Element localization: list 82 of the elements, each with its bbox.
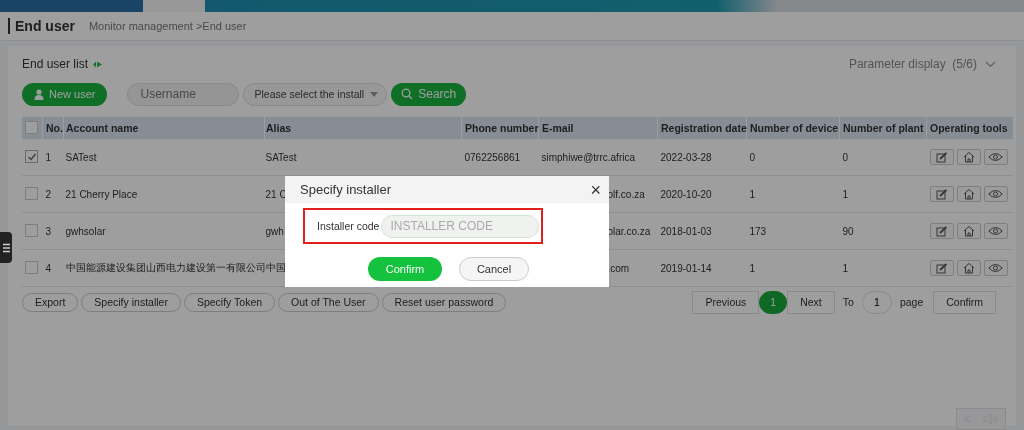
panel-title: End user list <box>22 57 89 71</box>
table-cell: 90 <box>842 225 854 237</box>
action-button[interactable]: Specify installer <box>81 292 181 312</box>
edit-icon[interactable] <box>929 223 954 239</box>
previous-button[interactable]: Previous <box>692 290 760 314</box>
table-cell: SATest <box>65 151 97 163</box>
table-cell: 173 <box>749 225 767 237</box>
goto-label: To <box>842 296 854 308</box>
table-cell: gwh <box>265 225 284 237</box>
username-field[interactable]: Username <box>127 82 240 106</box>
table-cell: 4 <box>45 262 52 274</box>
action-button[interactable]: Reset user password <box>381 292 507 312</box>
cancel-button[interactable]: Cancel <box>459 257 529 281</box>
table-cell: .com <box>607 262 630 274</box>
row-checkbox[interactable] <box>25 223 38 237</box>
column-header: Account name <box>63 117 265 139</box>
eye-icon[interactable] <box>983 223 1008 239</box>
action-button[interactable]: Out of The User <box>278 292 379 312</box>
edit-icon[interactable] <box>929 149 954 165</box>
table-cell: 中国 <box>265 262 286 273</box>
page-number-field[interactable]: 1 <box>861 290 892 314</box>
table-cell: 1 <box>842 188 849 200</box>
home-icon[interactable] <box>956 260 981 276</box>
sidebar-toggle[interactable] <box>0 232 12 263</box>
home-icon[interactable] <box>956 223 981 239</box>
table-cell: 2022-03-28 <box>660 151 712 163</box>
dialog-title: Specify installer <box>300 182 392 197</box>
breadcrumb: Monitor management >End user <box>88 20 247 32</box>
table-cell: olf.co.za <box>607 188 645 200</box>
diamond-arrow-icon <box>92 59 104 69</box>
row-checkbox[interactable] <box>25 186 38 200</box>
eye-icon[interactable] <box>983 260 1008 276</box>
table-cell: 1 <box>842 262 849 274</box>
edit-icon[interactable] <box>929 186 954 202</box>
table-cell: 中国能源建设集团山西电力建设第一有限公司 <box>65 262 265 273</box>
next-button[interactable]: Next <box>787 290 835 314</box>
table-cell: 0 <box>749 151 756 163</box>
search-icon <box>401 88 414 100</box>
table-cell: 21 Cherry Place <box>65 188 138 200</box>
table-cell: olar.co.za <box>607 225 651 237</box>
column-header: No. <box>42 117 64 139</box>
column-header: Operating tools <box>926 117 1013 139</box>
column-header: E-mail <box>538 117 658 139</box>
table-cell: 3 <box>45 225 52 237</box>
table-cell: gwhsolar <box>65 225 106 237</box>
home-icon[interactable] <box>956 186 981 202</box>
eye-icon[interactable] <box>983 186 1008 202</box>
table-cell: simphiwe@trrc.africa <box>541 151 635 163</box>
installer-select[interactable]: Please select the install <box>243 82 388 106</box>
field-label: Installer code <box>317 220 380 232</box>
eye-icon[interactable] <box>983 149 1008 165</box>
table-cell: SATest <box>265 151 297 163</box>
column-header: Number of plant <box>839 117 927 139</box>
table-cell: 1 <box>45 151 52 163</box>
table-cell: 2018-01-03 <box>660 225 712 237</box>
select-all-checkbox[interactable] <box>25 120 38 134</box>
menu-icon <box>2 242 10 253</box>
table-cell: 1 <box>749 188 756 200</box>
column-header: Number of device <box>746 117 840 139</box>
user-icon <box>34 88 44 100</box>
page-title: End user <box>8 18 75 34</box>
table-cell: 2 <box>45 188 52 200</box>
column-header: Alias <box>264 117 462 139</box>
home-icon[interactable] <box>956 149 981 165</box>
table-cell: 0762256861 <box>464 151 521 163</box>
table-cell: 2020-10-20 <box>660 188 712 200</box>
chevron-down-icon[interactable] <box>985 60 996 68</box>
column-header: Phone number <box>461 117 539 139</box>
row-checkbox[interactable] <box>25 150 38 164</box>
table-cell: 0 <box>842 151 849 163</box>
column-header: Registration date <box>657 117 747 139</box>
goto-confirm-button[interactable]: Confirm <box>933 290 996 314</box>
page-label: page <box>899 296 924 308</box>
caret-icon <box>370 91 379 97</box>
action-button[interactable]: Specify Token <box>183 292 276 312</box>
edit-icon[interactable] <box>929 260 954 276</box>
close-button[interactable]: × <box>590 180 601 199</box>
row-checkbox[interactable] <box>25 260 38 274</box>
table-cell: 2019-01-14 <box>660 262 712 274</box>
installer-code-field[interactable]: INSTALLER CODE <box>381 214 540 238</box>
table-cell: 1 <box>749 262 756 274</box>
action-button[interactable]: Export <box>22 292 79 312</box>
